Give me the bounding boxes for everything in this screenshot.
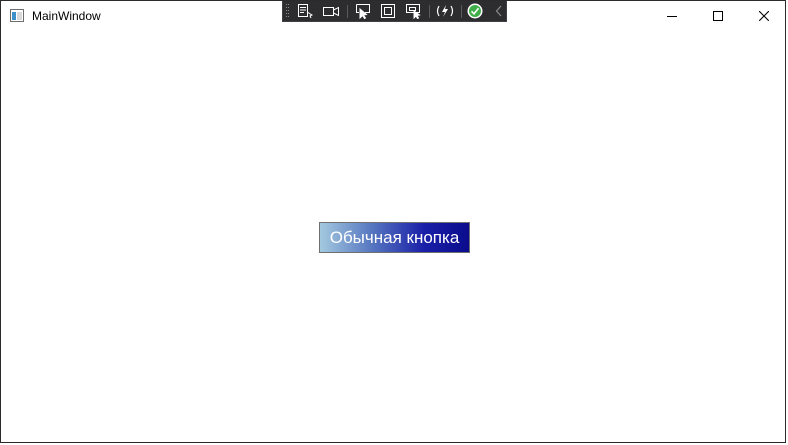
window-title: MainWindow	[32, 9, 101, 23]
regular-button[interactable]: Обычная кнопка	[319, 222, 470, 253]
collapse-chevron-icon[interactable]	[489, 2, 509, 20]
hot-reload-status-check-icon[interactable]	[465, 2, 485, 20]
select-element-icon[interactable]	[353, 2, 373, 20]
maximize-button[interactable]	[695, 1, 741, 31]
main-window: MainWindow Обычная кнопка	[0, 0, 786, 443]
minimize-button[interactable]	[649, 1, 695, 31]
toolbar-separator	[347, 5, 348, 18]
hot-reload-icon[interactable]	[435, 2, 455, 20]
track-focused-element-icon[interactable]	[404, 2, 424, 20]
window-app-icon	[10, 9, 24, 22]
toolbar-grip-icon[interactable]	[286, 4, 290, 18]
maximize-icon	[713, 11, 723, 21]
window-content: Обычная кнопка	[1, 31, 785, 442]
close-button[interactable]	[741, 1, 787, 31]
display-layout-adorners-icon[interactable]	[378, 2, 398, 20]
toolbar-separator	[429, 5, 430, 18]
live-visual-tree-icon[interactable]	[295, 2, 315, 20]
toolbar-separator	[461, 5, 462, 18]
xaml-runtime-toolbar	[282, 1, 507, 22]
minimize-icon	[667, 11, 677, 21]
close-icon	[759, 11, 769, 21]
camera-icon[interactable]	[321, 2, 341, 20]
